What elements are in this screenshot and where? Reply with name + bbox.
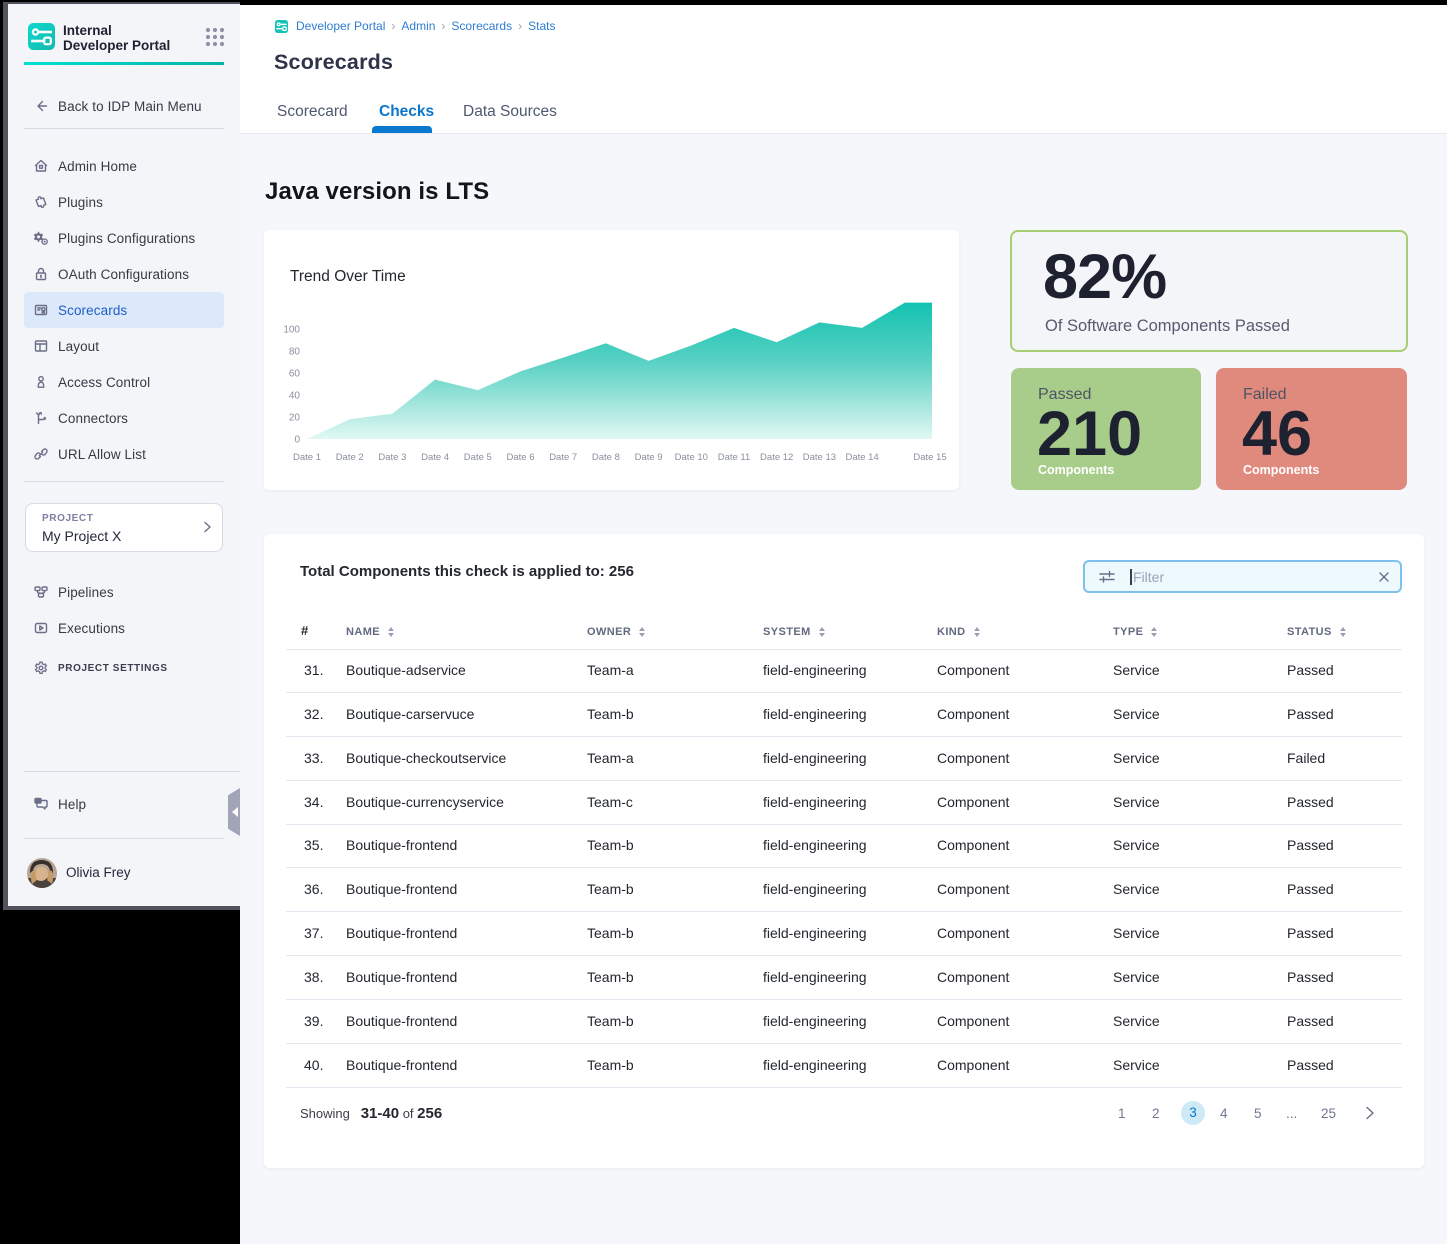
svg-text:Date 2: Date 2 xyxy=(336,452,364,463)
svg-text:Date 5: Date 5 xyxy=(464,452,492,463)
svg-text:40: 40 xyxy=(289,391,301,402)
svg-text:Date 7: Date 7 xyxy=(549,452,577,463)
svg-text:Date 10: Date 10 xyxy=(675,452,708,463)
svg-text:Date 14: Date 14 xyxy=(845,452,878,463)
svg-text:Date 12: Date 12 xyxy=(760,452,793,463)
svg-text:Date 8: Date 8 xyxy=(592,452,620,463)
svg-text:60: 60 xyxy=(289,369,301,380)
svg-text:Date 1: Date 1 xyxy=(293,452,321,463)
svg-text:100: 100 xyxy=(283,325,300,336)
svg-text:Date 9: Date 9 xyxy=(635,452,663,463)
svg-text:0: 0 xyxy=(294,435,300,446)
svg-text:Date 4: Date 4 xyxy=(421,452,449,463)
svg-text:Date 15: Date 15 xyxy=(913,452,946,463)
svg-text:Date 11: Date 11 xyxy=(718,452,751,463)
svg-text:80: 80 xyxy=(289,347,301,358)
svg-text:20: 20 xyxy=(289,413,301,424)
svg-text:Date 13: Date 13 xyxy=(803,452,836,463)
svg-text:Date 3: Date 3 xyxy=(378,452,406,463)
svg-text:Date 6: Date 6 xyxy=(507,452,535,463)
